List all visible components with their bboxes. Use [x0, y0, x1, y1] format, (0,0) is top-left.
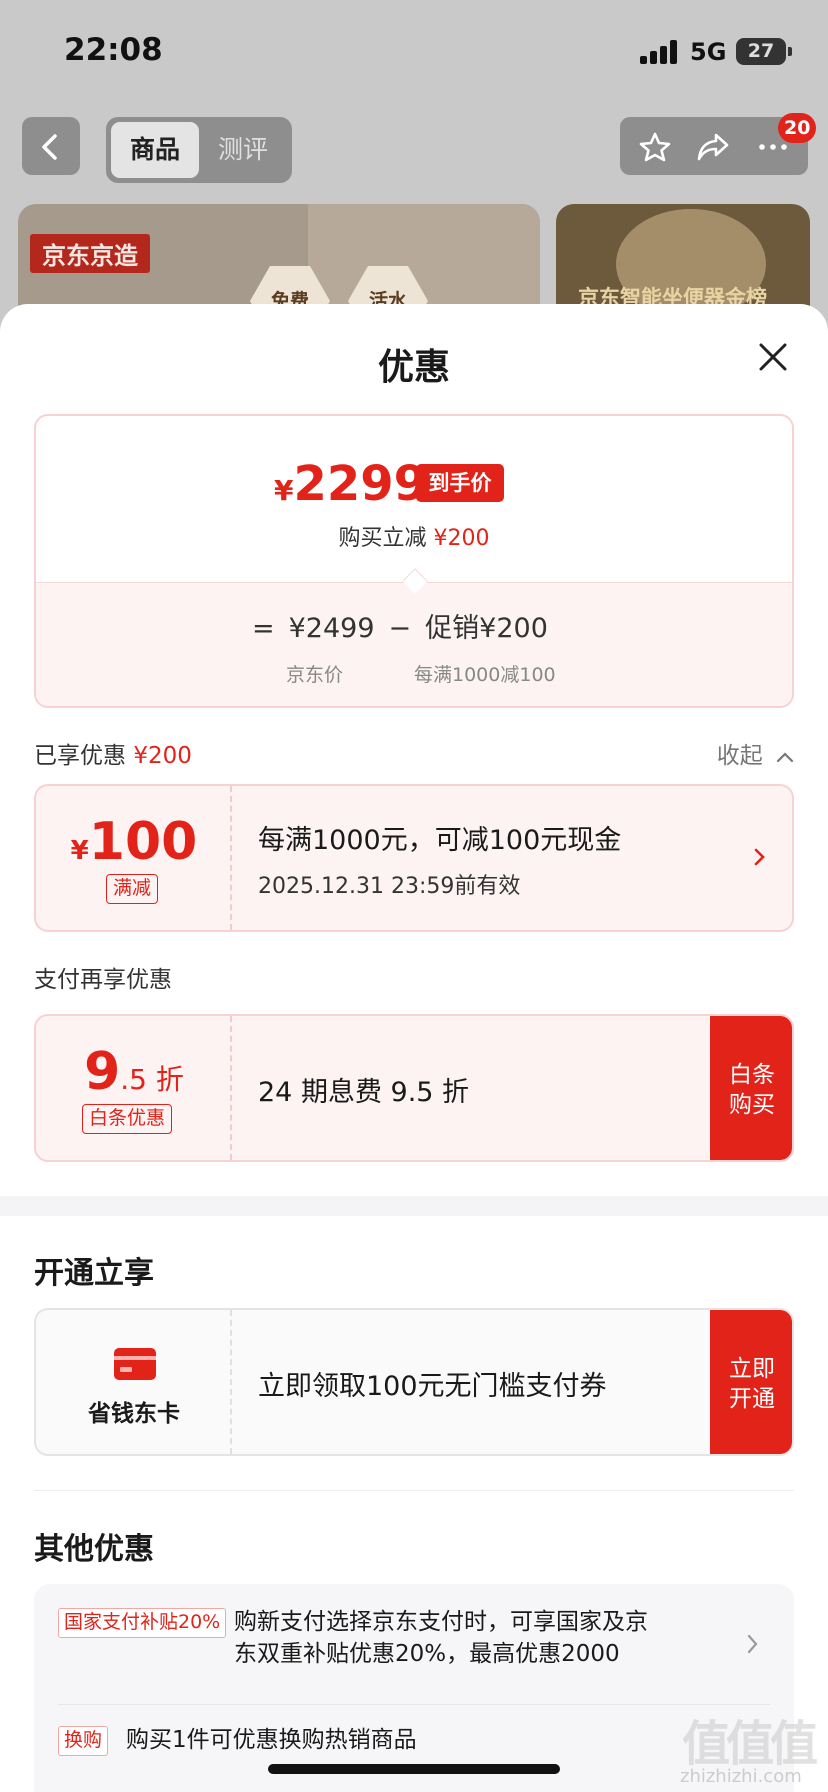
final-price: ¥2299: [274, 456, 428, 512]
price-summary-card: ¥2299 到手价 购买立减 ¥200 = ¥2499− 促销¥200 京东价 每满…: [34, 414, 794, 708]
baitiao-discount: 9.5 折: [84, 1042, 184, 1102]
close-icon[interactable]: [752, 336, 794, 378]
exchange-text: 购买1件可优惠换购热销商品: [126, 1727, 417, 1753]
list-item[interactable]: 国家支付补贴20% 购新支付选择京东支付时，可享国家及京 东双重补贴优惠20%，…: [58, 1608, 770, 1688]
sheet-title: 优惠: [377, 347, 450, 388]
chevron-right-icon: [754, 848, 765, 866]
network-type: 5G: [690, 38, 727, 66]
chevron-right-icon: [747, 1634, 758, 1654]
baitiao-tag: 白条优惠: [82, 1104, 173, 1134]
share-icon[interactable]: [696, 131, 730, 163]
credit-card-icon: [114, 1348, 156, 1380]
open-enjoy-title: 开通立享: [34, 1256, 154, 1291]
savings-card-name: 省钱东卡: [88, 1401, 180, 1427]
back-icon: [42, 134, 57, 160]
savings-card: 省钱东卡 立即领取100元无门槛支付券 立即 开通: [34, 1308, 794, 1456]
brand-tag: 京东京造: [30, 234, 150, 273]
signal-icon: [640, 40, 680, 64]
enjoyed-discount-row: 已享优惠 ¥200 收起: [34, 736, 794, 770]
tab-product[interactable]: 商品: [111, 122, 199, 178]
pay-more-label: 支付再享优惠: [34, 967, 172, 993]
list-item[interactable]: 换购 购买1件可优惠换购热销商品: [58, 1726, 770, 1766]
tab-review[interactable]: 测评: [199, 122, 287, 178]
final-price-tag: 到手价: [416, 464, 504, 502]
savings-card-desc: 立即领取100元无门槛支付券: [258, 1371, 607, 1402]
subsidy-tag: 国家支付补贴20%: [58, 1608, 227, 1638]
home-indicator: [268, 1764, 560, 1774]
baitiao-buy-button[interactable]: 白条 购买: [710, 1016, 792, 1160]
baitiao-desc: 24 期息费 9.5 折: [258, 1077, 470, 1108]
chevron-up-icon: [776, 752, 794, 763]
coupon-validity: 2025.12.31 23:59前有效: [258, 874, 521, 899]
other-discounts-title: 其他优惠: [34, 1532, 154, 1567]
back-button[interactable]: [22, 117, 80, 175]
watermark-logo: 值值值 zhizhizhi.com: [680, 1716, 818, 1787]
coupon-amount: ¥100: [70, 812, 198, 872]
divider: [34, 1490, 794, 1491]
status-bar: 22:08 5G 27: [0, 0, 828, 100]
exchange-tag: 换购: [58, 1726, 109, 1756]
baitiao-coupon: 9.5 折 白条优惠 24 期息费 9.5 折 白条 购买: [34, 1014, 794, 1162]
jd-price-note: 京东价: [286, 664, 344, 686]
battery-icon: 27: [736, 38, 792, 65]
cart-count-badge: 20: [778, 113, 817, 143]
status-time: 22:08: [64, 32, 163, 68]
product-tabs: 商品 测评: [106, 117, 292, 183]
background-product-page: 22:08 5G 27 商品 测评 20 京东京造 免费 活水 京东智能坐便器金…: [0, 0, 828, 340]
coupon-title: 每满1000元，可减100元现金: [258, 825, 622, 856]
collapse-button[interactable]: 收起: [717, 736, 794, 770]
star-icon[interactable]: [638, 131, 672, 163]
buy-reduce-text: 购买立减 ¥200: [338, 526, 490, 551]
discount-sheet: 优惠 ¥2299 到手价 购买立减 ¥200 = ¥2499− 促销¥200 京东价…: [0, 304, 828, 1792]
price-formula: = ¥2499− 促销¥200: [252, 613, 548, 644]
promo-note: 每满1000减100: [414, 664, 556, 686]
section-divider: [0, 1196, 828, 1216]
coupon-tag: 满减: [106, 874, 159, 904]
full-reduce-coupon[interactable]: ¥100 满减 每满1000元，可减100元现金 2025.12.31 23:5…: [34, 784, 794, 932]
subsidy-text: 购新支付选择京东支付时，可享国家及京 东双重补贴优惠20%，最高优惠2000: [234, 1609, 648, 1667]
open-now-button[interactable]: 立即 开通: [710, 1310, 792, 1454]
